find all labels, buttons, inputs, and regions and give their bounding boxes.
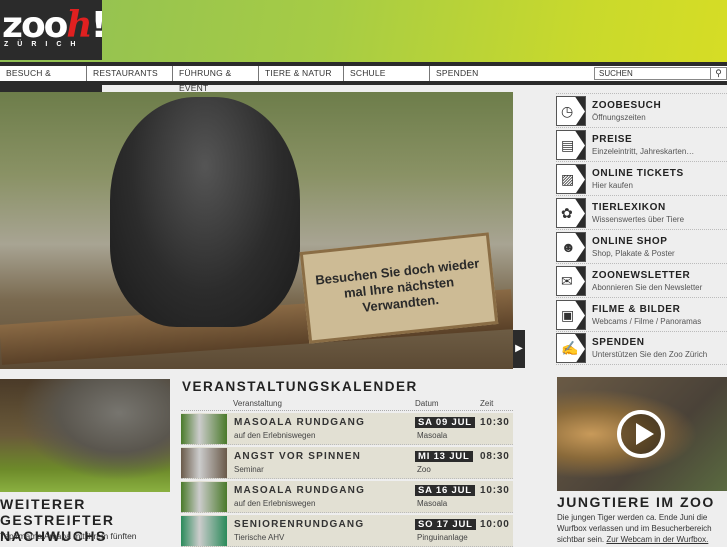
event-subtitle: Tierische AHV (234, 533, 285, 542)
sidebar-item-title: ZOOBESUCH (592, 99, 662, 111)
header-time: Zeit (480, 399, 494, 408)
logo-word: zoo (2, 5, 68, 46)
sidebar-item-title: ZOONEWSLETTER (592, 269, 691, 281)
clock-icon: ◷ (556, 95, 586, 126)
sidebar-item-zoobesuch[interactable]: ◷ ZOOBESUCH Öffnungszeiten (556, 93, 727, 127)
sidebar-item-title: TIERLEXIKON (592, 201, 666, 213)
event-time: 10:30 (480, 485, 510, 496)
event-location: Zoo (417, 465, 431, 474)
camera-icon: ▣ (556, 299, 586, 330)
video-text: Die jungen Tiger werden ca. Ende Juni di… (557, 512, 727, 545)
event-row[interactable]: MASOALA RUNDGANG auf den Erlebniswegen S… (181, 481, 513, 513)
sidebar-item-title: SPENDEN (592, 337, 645, 348)
event-time: 10:00 (480, 519, 510, 530)
sidebar-item-title: FILME & BILDER (592, 303, 681, 315)
sidebar-item-title: PREISE (592, 133, 633, 145)
sidebar-item-online-tickets[interactable]: ▨ ONLINE TICKETS Hier kaufen (556, 161, 727, 195)
event-name[interactable]: MASOALA RUNDGANG (234, 485, 365, 496)
event-location: Masoala (417, 499, 448, 508)
event-subtitle: Seminar (234, 465, 264, 474)
sidebar-item-sub: Shop, Plakate & Poster (592, 248, 675, 258)
calendar-header: Veranstaltung Datum Zeit (181, 395, 513, 411)
sidebar-item-sub: Einzeleintritt, Jahreskarten… (592, 146, 695, 156)
sidebar-item-zoonewsletter[interactable]: ✉ ZOONEWSLETTER Abonnieren Sie den Newslet… (556, 263, 727, 297)
search-icon[interactable]: ⚲ (710, 68, 726, 79)
nav-restaurants[interactable]: RESTAURANTS (87, 66, 173, 81)
search-placeholder: SUCHEN (599, 69, 633, 78)
quick-links-sidebar: ◷ ZOOBESUCH Öffnungszeiten ▤ PREISE Einzelei… (556, 93, 727, 365)
sidebar-item-title: ONLINE SHOP (592, 235, 668, 247)
event-date-badge: SA 09 JUL (415, 417, 475, 428)
sidebar-item-sub: Webcams / Filme / Panoramas (592, 316, 702, 326)
event-name[interactable]: MASOALA RUNDGANG (234, 417, 365, 428)
nav-tiere-natur[interactable]: TIERE & NATUR (259, 66, 344, 81)
logo-subtitle: ZÜRICH (4, 41, 85, 48)
search-input[interactable]: SUCHEN ⚲ (594, 67, 727, 80)
event-thumbnail (181, 448, 227, 478)
header-date: Datum (415, 399, 439, 408)
event-name[interactable]: SENIORENRUNDGANG (234, 519, 364, 530)
event-calendar: VERANSTALTUNGSKALENDER Veranstaltung Dat… (181, 379, 513, 547)
event-row[interactable]: ANGST VOR SPINNEN Seminar MI 13 JUL Zoo … (181, 447, 513, 479)
sidebar-item-filme-bilder[interactable]: ▣ FILME & BILDER Webcams / Filme / Panoram… (556, 297, 727, 331)
news-image-tapir[interactable] (0, 379, 170, 492)
sidebar-item-sub: Unterstützen Sie den Zoo Zürich (592, 350, 708, 359)
sidebar-item-title: ONLINE TICKETS (592, 167, 684, 179)
nav-bar: BESUCH & TICKETS RESTAURANTS FÜHRUNG & E… (0, 62, 727, 93)
webcam-link[interactable]: Zur Webcam in der Wurfbox. (606, 535, 708, 544)
calendar-title: VERANSTALTUNGSKALENDER (182, 379, 418, 394)
sidebar-item-spenden[interactable]: ✍ SPENDEN Unterstützen Sie den Zoo Zürich (556, 331, 727, 365)
zoo-zurich-logo[interactable]: zooh! ZÜRICH (0, 0, 107, 60)
video-thumbnail-tigers[interactable] (557, 377, 727, 491)
event-name[interactable]: ANGST VOR SPINNEN (234, 451, 361, 462)
nav-fuehrung-event[interactable]: FÜHRUNG & EVENT (173, 66, 259, 93)
gorilla-shape (110, 97, 300, 327)
sidebar-item-sub: Öffnungszeiten (592, 112, 646, 122)
sidebar-item-tierlexikon[interactable]: ✿ TIERLEXIKON Wissenswertes über Tiere (556, 195, 727, 229)
header-banner (0, 0, 727, 62)
nav-besuch-tickets[interactable]: BESUCH & TICKETS (0, 66, 87, 93)
event-thumbnail (181, 482, 227, 512)
logo-h: h (66, 4, 92, 46)
event-date-badge: MI 13 JUL (415, 451, 473, 462)
event-thumbnail (181, 414, 227, 444)
donate-hand-icon: ✍ (556, 333, 586, 363)
lion-icon: ✿ (556, 197, 586, 228)
event-subtitle: auf den Erlebniswegen (234, 499, 316, 508)
play-icon[interactable] (617, 410, 665, 458)
nav-schule[interactable]: SCHULE (344, 66, 430, 81)
event-time: 08:30 (480, 451, 510, 462)
event-date-badge: SO 17 JUL (415, 519, 476, 530)
sidebar-item-preise[interactable]: ▤ PREISE Einzeleintritt, Jahreskarten… (556, 127, 727, 161)
hero-next-arrow-icon[interactable]: ▶ (513, 330, 525, 368)
news-text: Tapirmama Amapa mit ihrem fünften (0, 531, 137, 541)
sidebar-item-sub: Wissenswertes über Tiere (592, 214, 685, 224)
tickets-icon: ▨ (556, 163, 586, 194)
event-date-badge: SA 16 JUL (415, 485, 475, 496)
event-subtitle: auf den Erlebniswegen (234, 431, 316, 440)
hero-image-gorilla[interactable]: Besuchen Sie doch wieder mal Ihre nächst… (0, 92, 513, 369)
envelope-icon: ✉ (556, 265, 586, 296)
sidebar-item-sub: Hier kaufen (592, 180, 633, 190)
event-location: Masoala (417, 431, 448, 440)
event-row[interactable]: SENIORENRUNDGANG Tierische AHV SO 17 JUL… (181, 515, 513, 547)
nav-spenden[interactable]: SPENDEN (430, 66, 590, 81)
event-location: Pinguinanlage (417, 533, 468, 542)
cash-register-icon: ▤ (556, 129, 586, 160)
video-title[interactable]: JUNGTIERE IM ZOO (557, 494, 715, 510)
teddy-bear-icon: ☻ (556, 231, 586, 262)
logo-bang: ! (90, 5, 107, 46)
event-thumbnail (181, 516, 227, 546)
sidebar-item-online-shop[interactable]: ☻ ONLINE SHOP Shop, Plakate & Poster (556, 229, 727, 263)
sidebar-item-sub: Abonnieren Sie den Newsletter (592, 282, 703, 292)
event-row[interactable]: MASOALA RUNDGANG auf den Erlebniswegen S… (181, 413, 513, 445)
event-time: 10:30 (480, 417, 510, 428)
header-event: Veranstaltung (233, 399, 282, 408)
